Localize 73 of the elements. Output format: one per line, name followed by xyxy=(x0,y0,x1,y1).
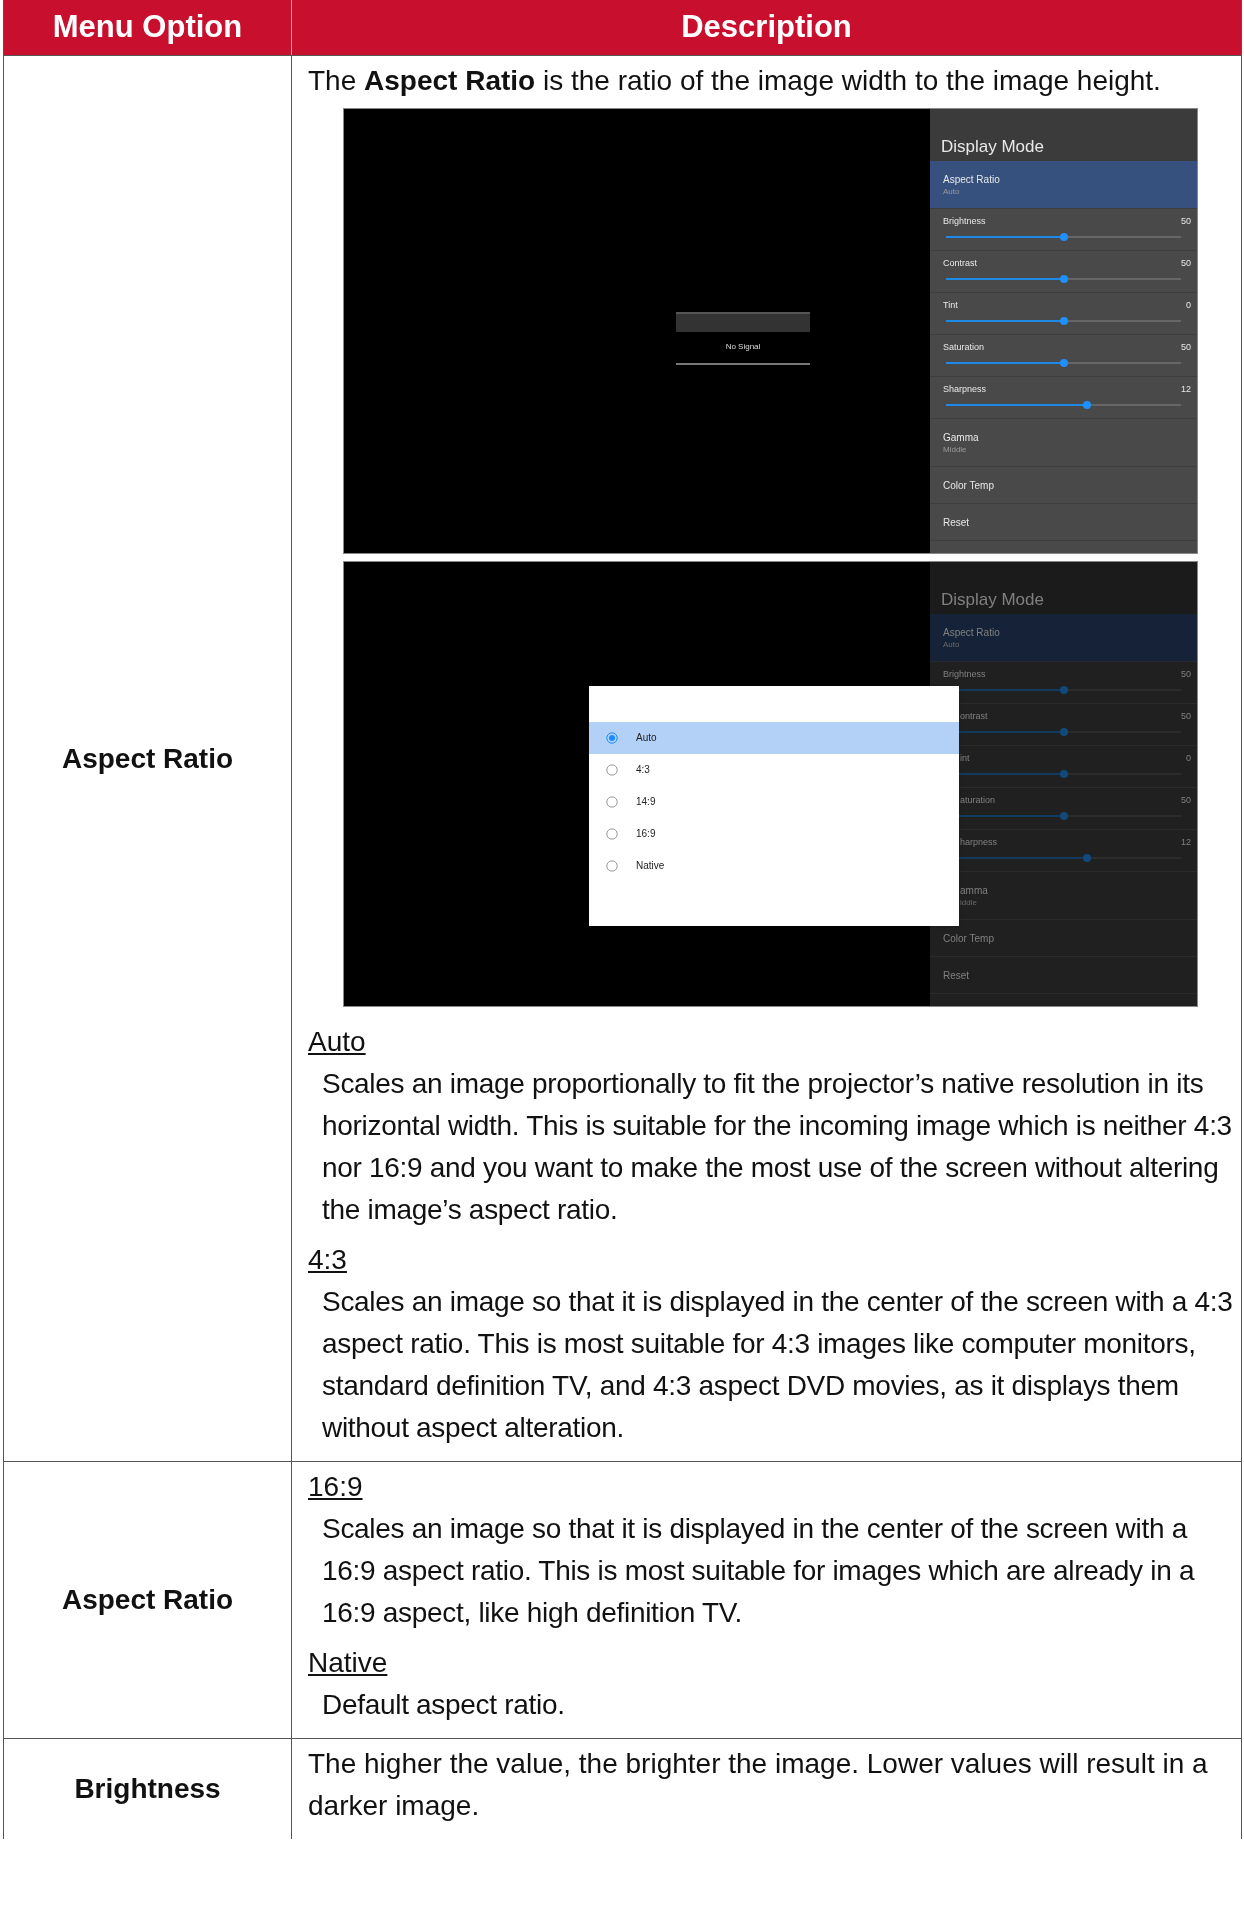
menu-item[interactable]: Sharpness 12 xyxy=(930,377,1197,419)
option-description: Scales an image so that it is displayed in the center of the screen with a 4:3 aspect ratio. This is most suitable for 4:3 images like computer monitors, standard definition TV, and 4:3 aspect DVD movies, as it displays them without aspect alteration. xyxy=(321,1285,1234,1445)
item-value: Middle xyxy=(943,443,968,455)
radio-button[interactable] xyxy=(606,828,618,840)
item-label: Contrast xyxy=(943,258,977,269)
menu-item[interactable]: Saturation 50 xyxy=(930,335,1197,377)
item-value: 50 xyxy=(1181,216,1191,227)
column-header: Description xyxy=(292,0,1241,55)
slider-thumb[interactable] xyxy=(1059,770,1068,778)
menu-title: Display Mode xyxy=(941,590,1044,610)
item-value: 0 xyxy=(1186,300,1191,311)
menu-item[interactable]: Aspect Ratio Auto xyxy=(930,614,1197,662)
item-value: 0 xyxy=(1186,753,1191,764)
option-description: Default aspect ratio. xyxy=(321,1688,566,1722)
menu-item[interactable]: Brightness 50 xyxy=(930,209,1197,251)
option-heading: 4:3 xyxy=(308,1243,347,1277)
item-label: Brightness xyxy=(943,216,986,227)
option-description: Scales an image so that it is displayed in the center of the screen with a 16:9 aspect ratio. This is most suitable for images which are already in a 16:9 aspect, like high definition TV. xyxy=(321,1512,1196,1630)
item-label: ontrast xyxy=(960,711,988,722)
slider-thumb[interactable] xyxy=(1083,854,1091,862)
item-label: int xyxy=(960,753,970,764)
item-label: Gamma xyxy=(943,430,980,444)
menu-option-label: Aspect Ratio xyxy=(61,741,234,776)
menu-item[interactable]: Reset xyxy=(930,504,1197,541)
menu-item[interactable]: Color Temp xyxy=(930,467,1197,504)
item-value: 50 xyxy=(1181,258,1191,269)
column-header: Menu Option xyxy=(4,0,292,55)
radio-button[interactable] xyxy=(606,796,618,808)
radio-button[interactable] xyxy=(606,764,618,776)
option-heading: 16:9 xyxy=(308,1470,363,1504)
menu-title: Display Mode xyxy=(941,137,1044,157)
ratio-option[interactable]: Auto xyxy=(589,722,959,754)
description-text: The higher the value, the brighter the image. Lower values will result in a darker image. xyxy=(308,1747,1209,1823)
item-value: 12 xyxy=(1181,384,1191,395)
menu-item[interactable]: Tint 0 xyxy=(930,293,1197,335)
option-heading: Auto xyxy=(308,1025,366,1059)
slider-thumb[interactable] xyxy=(1059,275,1068,283)
no-signal-message: No Signal xyxy=(725,342,761,352)
slider-thumb[interactable] xyxy=(1059,359,1068,367)
item-label: aturation xyxy=(960,795,996,806)
item-label: amma xyxy=(960,883,989,897)
item-value: iddle xyxy=(960,896,978,908)
menu-item[interactable]: Contrast 50 xyxy=(930,251,1197,293)
item-value: 12 xyxy=(1181,837,1191,848)
radio-button[interactable] xyxy=(606,732,618,744)
item-value: 50 xyxy=(1181,342,1191,353)
option-description: Scales an image proportionally to fit the projector’s native resolution in its horizontal width. This is suitable for the incoming image which is neither 4:3 nor 16:9 and you want to make the most use of the screen without altering the image’s aspect ratio. xyxy=(321,1067,1233,1227)
item-value: 50 xyxy=(1181,711,1191,722)
slider-thumb[interactable] xyxy=(1059,233,1068,241)
radio-button[interactable] xyxy=(606,860,618,872)
menu-item[interactable]: Aspect Ratio Auto xyxy=(930,161,1197,209)
item-label: Saturation xyxy=(943,342,985,353)
item-label: Brightness xyxy=(943,669,986,680)
slider-thumb[interactable] xyxy=(1059,317,1068,325)
menu-option-label: Aspect Ratio xyxy=(61,1583,234,1617)
slider-thumb[interactable] xyxy=(1083,401,1091,409)
item-label: Tint xyxy=(943,300,958,311)
item-value: 50 xyxy=(1181,669,1191,680)
item-label: Aspect Ratio xyxy=(943,172,1001,186)
item-label: Aspect Ratio xyxy=(943,625,1001,639)
slider-thumb[interactable] xyxy=(1059,728,1068,736)
option-heading: Native xyxy=(308,1646,388,1680)
item-value: Auto xyxy=(943,185,961,197)
item-label: harpness xyxy=(960,837,998,848)
item-label: Sharpness xyxy=(943,384,987,395)
menu-option-label: Brightness xyxy=(74,1772,221,1806)
item-value: 50 xyxy=(1181,795,1191,806)
description-text: The Aspect Ratio is the ratio of the image width to the image height. xyxy=(308,64,1162,98)
slider-thumb[interactable] xyxy=(1059,812,1068,820)
menu-item[interactable]: Gamma Middle xyxy=(930,419,1197,467)
item-value: Auto xyxy=(943,638,961,650)
menu-item[interactable]: Reset xyxy=(930,957,1197,994)
slider-thumb[interactable] xyxy=(1059,686,1068,694)
